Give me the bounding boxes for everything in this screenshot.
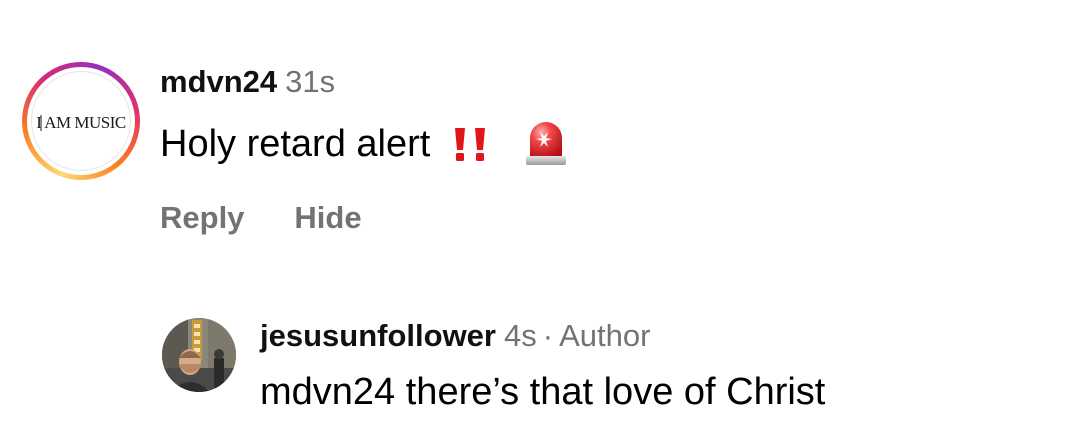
police-siren-icon <box>524 120 568 168</box>
i-am-music-logo: I AM MUSIC <box>31 71 131 171</box>
author-badge: Author <box>559 318 651 353</box>
comment: I AM MUSIC mdvn2431s Holy retard alert <box>22 60 1062 240</box>
comment-meta: mdvn24 31s <box>160 60 568 104</box>
svg-text:I AM MUSIC: I AM MUSIC <box>36 113 126 132</box>
comment-timestamp: 31s <box>285 64 336 99</box>
comment-username[interactable]: mdvn24 <box>160 64 277 99</box>
hide-button[interactable]: Hide <box>294 200 361 236</box>
comment-message: Holy retard alert <box>160 123 431 165</box>
comment-text: Holy retard alert <box>160 118 568 170</box>
reply-meta: jesusunfollower 4s · Author <box>260 314 825 358</box>
avatar: I AM MUSIC <box>27 67 135 175</box>
reply-timestamp: 4s <box>503 318 537 353</box>
double-exclamation-icon <box>450 124 490 164</box>
reply-message: mdvn24 there’s that love of Christ <box>260 371 826 413</box>
avatar[interactable] <box>162 318 236 392</box>
reply-username[interactable]: jesusunfollower <box>260 318 496 353</box>
reply-button[interactable]: Reply <box>160 200 244 236</box>
comment-body: mdvn24 31s Holy retard alert Reply Hide <box>160 60 568 236</box>
comment-actions: Reply Hide <box>160 200 568 236</box>
avatar-story-ring[interactable]: I AM MUSIC <box>22 62 140 180</box>
reply-body: jesusunfollower 4s · Author mdvn24 there’s … <box>260 314 825 418</box>
meta-separator: · <box>542 318 554 353</box>
reply-comment: jesusunfollower 4s · Author mdvn24 there’s … <box>162 314 1062 424</box>
